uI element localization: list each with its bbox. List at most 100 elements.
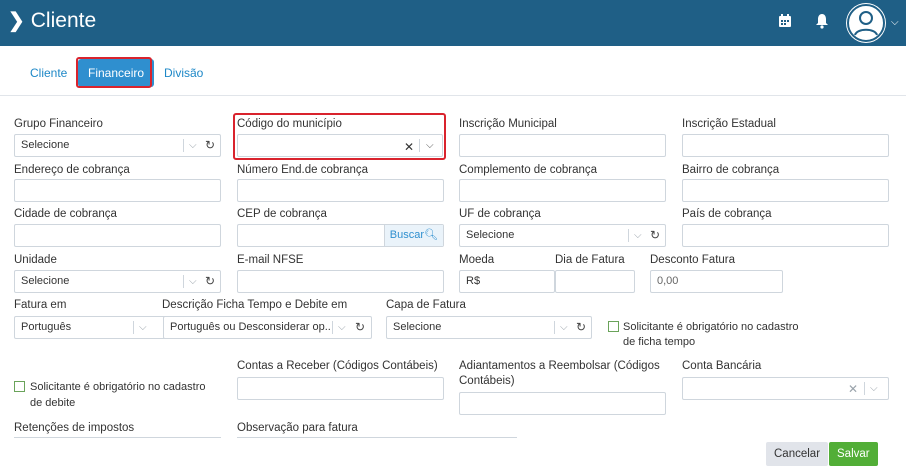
divider <box>628 229 629 242</box>
cep-cobranca-label: CEP de cobrança <box>237 208 327 220</box>
cancel-button[interactable]: Cancelar <box>766 442 829 466</box>
avatar[interactable] <box>846 3 886 43</box>
descricao-ficha-select[interactable]: Português ou Desconsiderar op... ⌵ ↻ <box>163 316 372 339</box>
chevron-right-icon[interactable]: ❯ <box>8 8 25 33</box>
codigo-municipio-label: Código do município <box>237 118 342 130</box>
page-title-area: ❯ Cliente <box>8 8 96 33</box>
divider <box>133 321 134 334</box>
descricao-ficha-label: Descrição Ficha Tempo e Debite em <box>162 299 348 311</box>
refresh-icon[interactable]: ↻ <box>205 271 215 292</box>
numero-end-cobranca-input[interactable] <box>237 179 444 202</box>
top-bar: ❯ Cliente ⌵ <box>0 0 906 46</box>
capa-fatura-label: Capa de Fatura <box>386 299 466 311</box>
retencoes-label: Retenções de impostos <box>14 422 135 434</box>
chevron-down-icon[interactable]: ⌵ <box>634 225 642 246</box>
adiantamentos-label-2: Contábeis) <box>459 375 515 387</box>
solicitante-debite-label-2: de debite <box>30 397 76 409</box>
pais-cobranca-label: País de cobrança <box>682 208 772 220</box>
observacao-field-edge <box>237 437 517 438</box>
chevron-down-icon[interactable]: ⌵ <box>891 17 899 28</box>
divider <box>332 321 333 334</box>
chevron-down-icon[interactable]: ⌵ <box>560 317 568 338</box>
endereco-cobranca-input[interactable] <box>14 179 221 202</box>
divider <box>864 382 865 395</box>
email-nfse-label: E-mail NFSE <box>237 254 304 266</box>
divider <box>183 139 184 152</box>
adiantamentos-label-1: Adiantamentos a Reembolsar (Códigos <box>459 360 660 372</box>
tab-divisao[interactable]: Divisão <box>156 60 211 86</box>
uf-cobranca-value: Selecione <box>466 229 515 241</box>
contas-receber-input[interactable] <box>237 377 444 400</box>
moeda-input[interactable]: R$ <box>459 270 555 293</box>
observacao-label: Observação para fatura <box>237 422 358 434</box>
save-button[interactable]: Salvar <box>829 442 878 466</box>
cidade-cobranca-label: Cidade de cobrança <box>14 208 117 220</box>
divider <box>419 139 420 152</box>
chevron-down-icon[interactable]: ⌵ <box>338 317 346 338</box>
cep-cobranca-input[interactable]: Buscar🔍︎ <box>237 224 444 247</box>
chevron-down-icon[interactable]: ⌵ <box>870 378 878 399</box>
fatura-em-label: Fatura em <box>14 299 67 311</box>
complemento-cobranca-input[interactable] <box>459 179 666 202</box>
user-icon <box>847 4 885 42</box>
retencoes-field-edge <box>14 437 221 438</box>
close-icon[interactable]: ✕ <box>848 379 858 400</box>
pais-cobranca-input[interactable] <box>682 224 889 247</box>
uf-cobranca-select[interactable]: Selecione ⌵ ↻ <box>459 224 666 247</box>
divider <box>554 321 555 334</box>
capa-fatura-select[interactable]: Selecione ⌵ ↻ <box>386 316 592 339</box>
fatura-em-value: Português <box>21 321 72 333</box>
search-icon: 🔍︎ <box>424 229 438 241</box>
unidade-select[interactable]: Selecione ⌵ ↻ <box>14 270 221 293</box>
calendar-icon[interactable] <box>778 14 792 28</box>
fatura-em-select[interactable]: Português ⌵ <box>14 316 166 339</box>
dia-fatura-input[interactable] <box>555 270 635 293</box>
endereco-cobranca-label: Endereço de cobrança <box>14 164 130 176</box>
inscricao-estadual-input[interactable] <box>682 134 889 157</box>
chevron-down-icon[interactable]: ⌵ <box>189 135 197 156</box>
solicitante-debite-checkbox[interactable] <box>14 381 25 392</box>
capa-fatura-value: Selecione <box>393 321 442 333</box>
tabs-bar: Cliente Financeiro Divisão <box>0 46 906 96</box>
bell-icon[interactable] <box>815 13 829 29</box>
chevron-down-icon[interactable]: ⌵ <box>189 271 197 292</box>
solicitante-debite-label-1: Solicitante é obrigatório no cadastro <box>30 381 206 393</box>
inscricao-estadual-label: Inscrição Estadual <box>682 118 776 130</box>
grupo-financeiro-select[interactable]: Selecione ⌵ ↻ <box>14 134 221 157</box>
conta-bancaria-select[interactable]: ✕ ⌵ <box>682 377 889 400</box>
uf-cobranca-label: UF de cobrança <box>459 208 541 220</box>
moeda-label: Moeda <box>459 254 495 266</box>
codigo-municipio-select[interactable]: ✕ ⌵ <box>237 134 443 157</box>
tab-financeiro[interactable]: Financeiro <box>78 59 155 87</box>
page-title: Cliente <box>30 8 97 32</box>
contas-receber-label: Contas a Receber (Códigos Contábeis) <box>237 360 438 372</box>
adiantamentos-input[interactable] <box>459 392 666 415</box>
numero-end-cobranca-label: Número End.de cobrança <box>237 164 369 176</box>
conta-bancaria-label: Conta Bancária <box>682 360 762 372</box>
refresh-icon[interactable]: ↻ <box>576 317 586 338</box>
inscricao-municipal-input[interactable] <box>459 134 666 157</box>
close-icon[interactable]: ✕ <box>404 137 414 158</box>
cidade-cobranca-input[interactable] <box>14 224 221 247</box>
divider <box>183 275 184 288</box>
inscricao-municipal-label: Inscrição Municipal <box>459 118 557 130</box>
solicitante-ficha-checkbox[interactable] <box>608 321 619 332</box>
email-nfse-input[interactable] <box>237 270 444 293</box>
complemento-cobranca-label: Complemento de cobrança <box>459 164 598 176</box>
solicitante-ficha-label-2: de ficha tempo <box>623 336 696 348</box>
solicitante-ficha-label-1: Solicitante é obrigatório no cadastro <box>623 321 799 333</box>
tab-cliente[interactable]: Cliente <box>22 60 75 86</box>
unidade-label: Unidade <box>14 254 57 266</box>
descricao-ficha-value: Português ou Desconsiderar op... <box>170 321 330 333</box>
refresh-icon[interactable]: ↻ <box>205 135 215 156</box>
desconto-fatura-input[interactable]: 0,00 <box>650 270 783 293</box>
dia-fatura-label: Dia de Fatura <box>555 254 625 266</box>
grupo-financeiro-value: Selecione <box>21 139 70 151</box>
chevron-down-icon[interactable]: ⌵ <box>426 135 434 156</box>
refresh-icon[interactable]: ↻ <box>650 225 660 246</box>
bairro-cobranca-input[interactable] <box>682 179 889 202</box>
refresh-icon[interactable]: ↻ <box>355 317 365 338</box>
bairro-cobranca-label: Bairro de cobrança <box>682 164 780 176</box>
chevron-down-icon[interactable]: ⌵ <box>139 317 147 338</box>
buscar-button[interactable]: Buscar🔍︎ <box>383 225 443 246</box>
